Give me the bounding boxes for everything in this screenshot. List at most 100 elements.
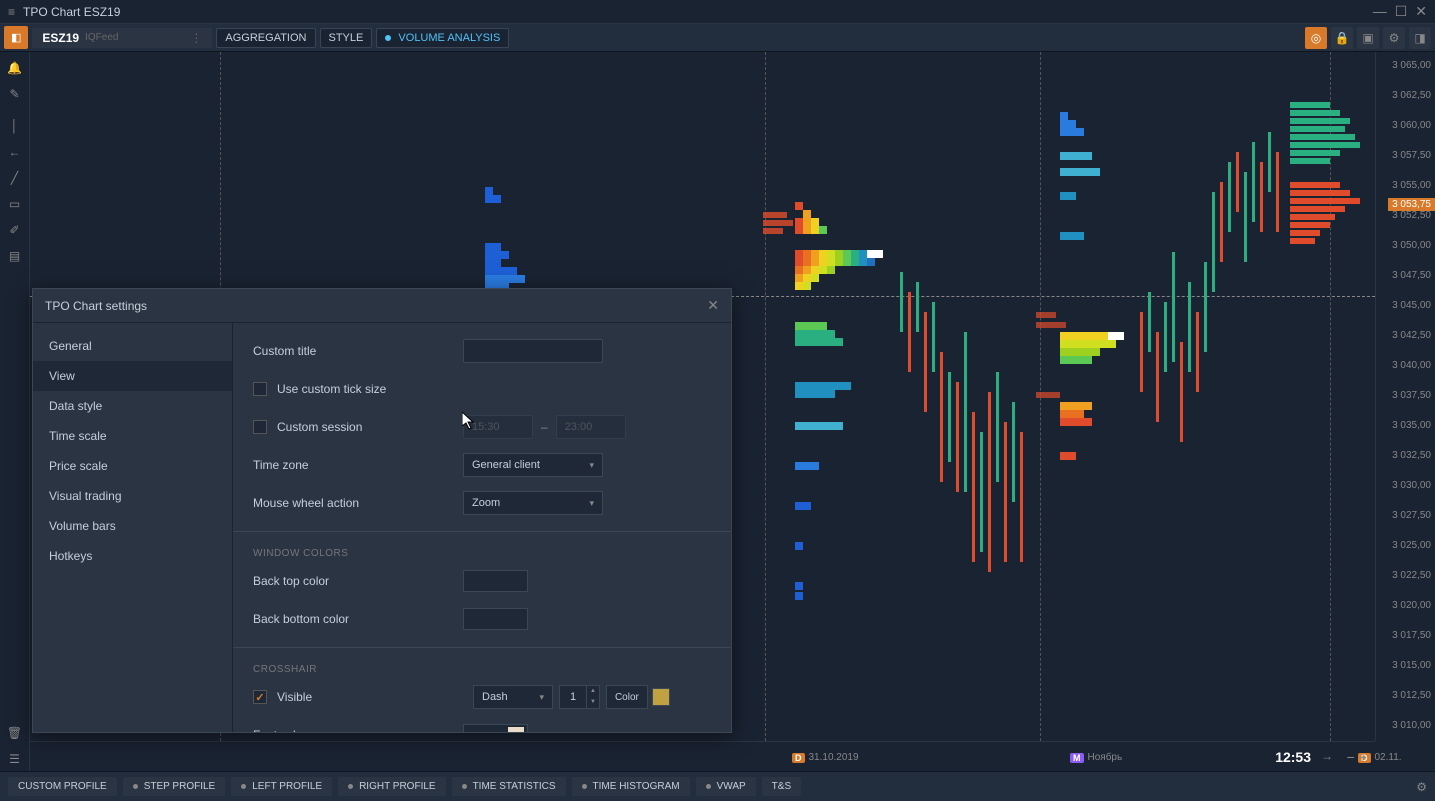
bottom-tab[interactable]: T&S: [762, 777, 801, 796]
trend-line-icon[interactable]: ╱: [2, 166, 28, 190]
bell-icon[interactable]: 🔔: [2, 56, 28, 80]
chevron-down-icon: ▾: [539, 692, 544, 703]
target-icon[interactable]: ◎: [1305, 27, 1327, 49]
line-width-input[interactable]: [559, 685, 587, 709]
price-tick: 3 012,50: [1392, 690, 1431, 701]
use-custom-tick-checkbox[interactable]: [253, 382, 267, 396]
price-axis[interactable]: 3 065,003 062,503 060,003 057,503 055,00…: [1375, 52, 1435, 741]
screenshot-icon[interactable]: ▣: [1357, 27, 1379, 49]
settings-nav-item[interactable]: Visual trading: [33, 481, 232, 511]
visible-label: Visible: [277, 690, 473, 704]
timezone-select[interactable]: General client ▾: [463, 453, 603, 477]
crosshair-header: CROSSHAIR: [253, 664, 711, 675]
custom-session-checkbox[interactable]: [253, 420, 267, 434]
maximize-icon[interactable]: ☐: [1395, 3, 1408, 20]
visible-checkbox[interactable]: [253, 690, 267, 704]
window-controls: — ☐ ✕: [1373, 3, 1427, 20]
settings-nav-item[interactable]: View: [33, 361, 232, 391]
price-tick: 3 030,00: [1392, 480, 1431, 491]
zoom-controls: − +: [1347, 749, 1367, 765]
settings-nav-item[interactable]: Volume bars: [33, 511, 232, 541]
status-dot-icon: [385, 35, 391, 41]
bottom-tab[interactable]: VWAP: [696, 777, 756, 796]
volume-analysis-label: VOLUME ANALYSIS: [398, 32, 500, 44]
custom-title-input[interactable]: [463, 339, 603, 363]
settings-nav: GeneralViewData styleTime scalePrice sca…: [33, 323, 233, 732]
bottom-tab[interactable]: TIME HISTOGRAM: [572, 777, 690, 796]
back-bottom-label: Back bottom color: [253, 612, 463, 626]
rectangle-icon[interactable]: ▭: [2, 192, 28, 216]
price-tick: 3 010,00: [1392, 720, 1431, 731]
settings-nav-item[interactable]: General: [33, 331, 232, 361]
settings-nav-item[interactable]: Price scale: [33, 451, 232, 481]
feed-label: IQFeed: [85, 32, 118, 43]
price-tick: 3 052,50: [1392, 210, 1431, 221]
settings-icon[interactable]: ⚙: [1383, 27, 1405, 49]
close-icon[interactable]: ✕: [707, 297, 719, 314]
pencil-icon[interactable]: ✎: [2, 82, 28, 106]
zoom-in-icon[interactable]: +: [1359, 749, 1367, 765]
zoom-out-icon[interactable]: −: [1347, 749, 1355, 765]
price-tick: 3 042,50: [1392, 330, 1431, 341]
bottom-tab[interactable]: LEFT PROFILE: [231, 777, 332, 796]
session-end-input[interactable]: [556, 415, 626, 439]
settings-nav-item[interactable]: Hotkeys: [33, 541, 232, 571]
vertical-line-icon[interactable]: │: [2, 114, 28, 138]
chevron-down-icon: ▾: [589, 460, 594, 471]
title-bar: ≡ TPO Chart ESZ19 — ☐ ✕: [0, 0, 1435, 24]
aggregation-button[interactable]: AGGREGATION: [216, 28, 315, 48]
layers-icon[interactable]: ▤: [2, 244, 28, 268]
price-tick: 3 032,50: [1392, 450, 1431, 461]
symbol-code: ESZ19: [42, 31, 79, 45]
color-button[interactable]: Color: [606, 685, 648, 709]
font-color-picker[interactable]: [463, 724, 528, 732]
brush-icon[interactable]: ✐: [2, 218, 28, 242]
mouse-wheel-select[interactable]: Zoom ▾: [463, 491, 603, 515]
price-tick: 3 015,00: [1392, 660, 1431, 671]
gear-icon[interactable]: ⚙: [1416, 780, 1427, 794]
price-tick: 3 057,50: [1392, 150, 1431, 161]
volume-analysis-button[interactable]: VOLUME ANALYSIS: [376, 28, 509, 48]
settings-title-label: TPO Chart settings: [45, 299, 147, 313]
clock: 12:53: [1275, 749, 1311, 765]
style-button[interactable]: STYLE: [320, 28, 373, 48]
bottom-tab[interactable]: TIME STATISTICS: [452, 777, 566, 796]
lock-icon[interactable]: 🔒: [1331, 27, 1353, 49]
arrow-right-icon[interactable]: →: [1321, 749, 1333, 763]
hamburger-icon[interactable]: ≡: [8, 5, 15, 19]
session-start-input[interactable]: [463, 415, 533, 439]
back-bottom-color-picker[interactable]: [463, 608, 528, 630]
settings-content: Custom title Use custom tick size Custom…: [233, 323, 731, 732]
bottom-tab[interactable]: RIGHT PROFILE: [338, 777, 446, 796]
time-axis[interactable]: D31.10.2019MНоябрьD02.11. 12:53 → − +: [30, 741, 1375, 771]
templates-button[interactable]: ◧: [4, 26, 28, 49]
back-top-color-picker[interactable]: [463, 570, 528, 592]
settings-nav-item[interactable]: Data style: [33, 391, 232, 421]
custom-session-label: Custom session: [277, 420, 463, 434]
minimize-icon[interactable]: —: [1373, 3, 1387, 20]
settings-nav-item[interactable]: Time scale: [33, 421, 232, 451]
time-label: D31.10.2019: [792, 752, 859, 763]
crosshair-color-swatch[interactable]: [652, 688, 670, 706]
price-tick: 3 035,00: [1392, 420, 1431, 431]
symbol-selector[interactable]: ESZ19 IQFeed ⋮: [32, 28, 212, 48]
line-style-select[interactable]: Dash ▾: [473, 685, 553, 709]
dropdown-icon[interactable]: ⋮: [190, 31, 202, 45]
custom-title-label: Custom title: [253, 344, 463, 358]
close-icon[interactable]: ✕: [1415, 3, 1427, 20]
bottom-tab[interactable]: CUSTOM PROFILE: [8, 777, 117, 796]
bottom-tab[interactable]: STEP PROFILE: [123, 777, 226, 796]
settings-title-bar: TPO Chart settings ✕: [33, 289, 731, 323]
price-tick: 3 027,50: [1392, 510, 1431, 521]
line-width-spinner[interactable]: ▲▼: [559, 685, 600, 709]
panel-toggle-icon[interactable]: ◨: [1409, 27, 1431, 49]
drawing-tools-sidebar: 🔔 ✎ │ ← ╱ ▭ ✐ ▤ 🗑 ☰: [0, 52, 30, 771]
spinner-up-icon[interactable]: ▲: [587, 686, 599, 697]
horizontal-line-icon[interactable]: ←: [2, 140, 28, 164]
spinner-down-icon[interactable]: ▼: [587, 697, 599, 708]
price-tick: 3 045,00: [1392, 300, 1431, 311]
trash-icon[interactable]: 🗑: [2, 721, 28, 745]
list-icon[interactable]: ☰: [2, 747, 28, 771]
bottom-tabs: CUSTOM PROFILE STEP PROFILE LEFT PROFILE RI…: [0, 771, 1435, 801]
price-tick: 3 060,00: [1392, 120, 1431, 131]
